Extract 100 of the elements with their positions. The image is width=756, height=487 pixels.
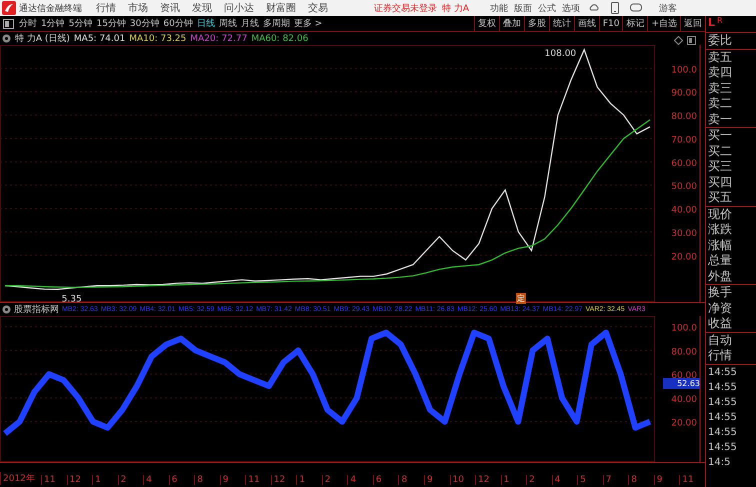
period-tab[interactable]: 60分钟 <box>161 17 195 30</box>
date-label: 4 <box>347 475 373 485</box>
quote-label: 总量 <box>707 253 733 268</box>
axis-label: 30.00 <box>671 228 697 239</box>
axis-label: 100.0 <box>671 65 697 76</box>
moving-average-value: MA5: 74.01 <box>74 34 126 44</box>
settings-icon[interactable] <box>2 305 11 314</box>
diamond-icon[interactable] <box>674 36 683 45</box>
period-tab[interactable]: 更多 > <box>292 17 324 30</box>
menu-item[interactable]: 市场 <box>122 1 154 15</box>
trade-time: 14:55 <box>707 396 738 410</box>
date-label: 9 <box>424 475 450 485</box>
date-label: 9 <box>654 475 680 485</box>
date-label: 12 <box>66 475 92 485</box>
date-label: 4 <box>143 475 169 485</box>
menu-item[interactable]: 公式 <box>535 2 560 14</box>
chart-title: 特 力A (日线) <box>15 32 70 45</box>
quote-label: 行情 <box>707 348 733 364</box>
date-label: 2 <box>118 475 144 485</box>
date-label: 1 <box>92 475 118 485</box>
login-notice: 证券交易未登录 <box>374 2 437 14</box>
logo-icon <box>2 1 16 15</box>
axis-label: 60.00 <box>671 158 697 169</box>
moving-average-value: MA20: 72.77 <box>190 34 248 44</box>
period-tab[interactable]: 分时 <box>17 17 39 30</box>
trade-time: 14:55 <box>707 440 738 454</box>
toolbar-button[interactable]: 画线 <box>574 16 599 31</box>
quote-label: 涨幅 <box>707 238 733 253</box>
menu-item[interactable]: 财富圈 <box>260 1 302 15</box>
date-label: 9 <box>220 475 246 485</box>
period-tab[interactable]: 月线 <box>238 17 261 30</box>
toolbar-button[interactable]: 统计 <box>548 16 574 31</box>
date-label: 8 <box>628 475 654 485</box>
quote-label: 卖三 <box>707 80 733 96</box>
quote-label: 卖一 <box>707 112 733 127</box>
toolbar-button[interactable]: 复权 <box>474 16 499 31</box>
date-label: 11 <box>245 475 271 485</box>
axis-label: 70.00 <box>671 135 697 146</box>
axis-label: 40.00 <box>671 394 697 405</box>
period-tab[interactable]: 15分钟 <box>94 17 128 30</box>
panel-label: R <box>717 16 723 25</box>
quote-label: 买五 <box>707 190 733 206</box>
period-tab[interactable]: 1分钟 <box>39 17 67 30</box>
date-label: 7 <box>602 475 628 485</box>
quote-label: 卖二 <box>707 96 733 112</box>
date-label: 11 <box>679 475 705 485</box>
period-tab[interactable]: 5分钟 <box>66 17 94 30</box>
date-label: 6 <box>168 475 194 485</box>
panel-label: L <box>708 16 716 29</box>
quote-label: 涨跌 <box>707 222 733 238</box>
menu-item[interactable]: 选项 <box>559 2 584 14</box>
window-icon[interactable] <box>3 18 14 28</box>
axis-label: 20.00 <box>671 252 697 262</box>
date-label: 10 <box>450 475 476 485</box>
axis-label: 90.00 <box>671 88 697 99</box>
menu-item[interactable]: 行情 <box>90 1 122 15</box>
date-label: 8 <box>398 475 424 485</box>
date-label: 2 <box>322 475 348 485</box>
settings-icon[interactable] <box>2 34 11 43</box>
price-annotation: 108.00 <box>544 49 576 59</box>
quote-label: 委比 <box>707 33 733 48</box>
stock-name: 特 力A <box>442 2 470 14</box>
quote-label: 自动 <box>707 332 733 348</box>
quote-label: 买二 <box>707 144 733 159</box>
date-label: 1 <box>500 475 526 485</box>
date-label: 4 <box>552 475 578 485</box>
trade-time: 14:55 <box>707 426 738 440</box>
message-icon[interactable] <box>630 3 642 13</box>
quote-label: 现价 <box>707 206 733 222</box>
date-label: 11 <box>41 475 67 485</box>
quote-label: 买一 <box>707 128 733 144</box>
date-label: 6 <box>372 475 398 485</box>
period-tab[interactable]: 多周期 <box>260 17 292 30</box>
menu-item[interactable]: 资讯 <box>154 1 186 15</box>
period-tab[interactable]: 日线 <box>194 17 217 30</box>
date-label: 12 <box>270 475 296 485</box>
axis-label: 80.00 <box>671 347 697 358</box>
toolbar-button[interactable]: 标记 <box>622 16 648 31</box>
menu-item[interactable]: 问小达 <box>218 1 260 15</box>
trade-time: 14:55 <box>707 380 738 394</box>
date-label: 5 <box>577 475 603 485</box>
price-annotation: 5.35 <box>62 294 82 302</box>
quote-label: 买三 <box>707 159 733 174</box>
menu-item[interactable]: 版面 <box>511 2 536 14</box>
trade-time: 14:55 <box>707 366 738 380</box>
quote-label: 卖五 <box>707 50 733 65</box>
toolbar-button[interactable]: +自选 <box>647 16 680 31</box>
menu-item[interactable]: 发现 <box>186 1 218 15</box>
date-label: 2012年 <box>0 472 41 485</box>
menu-item[interactable]: 功能 <box>487 2 512 14</box>
app-title: 通达信金融终端 <box>19 2 82 14</box>
quote-label: 外盘 <box>707 268 733 284</box>
menu-item[interactable]: 交易 <box>302 1 334 15</box>
period-tab[interactable]: 周线 <box>216 17 239 30</box>
moving-average-value: MA10: 73.25 <box>129 34 186 44</box>
quote-label: 换手 <box>707 285 733 300</box>
panel-icon[interactable] <box>687 36 696 45</box>
period-tab[interactable]: 30分钟 <box>128 17 162 30</box>
phone-icon[interactable] <box>610 2 620 14</box>
toolbar-button[interactable]: 多股 <box>524 16 549 31</box>
